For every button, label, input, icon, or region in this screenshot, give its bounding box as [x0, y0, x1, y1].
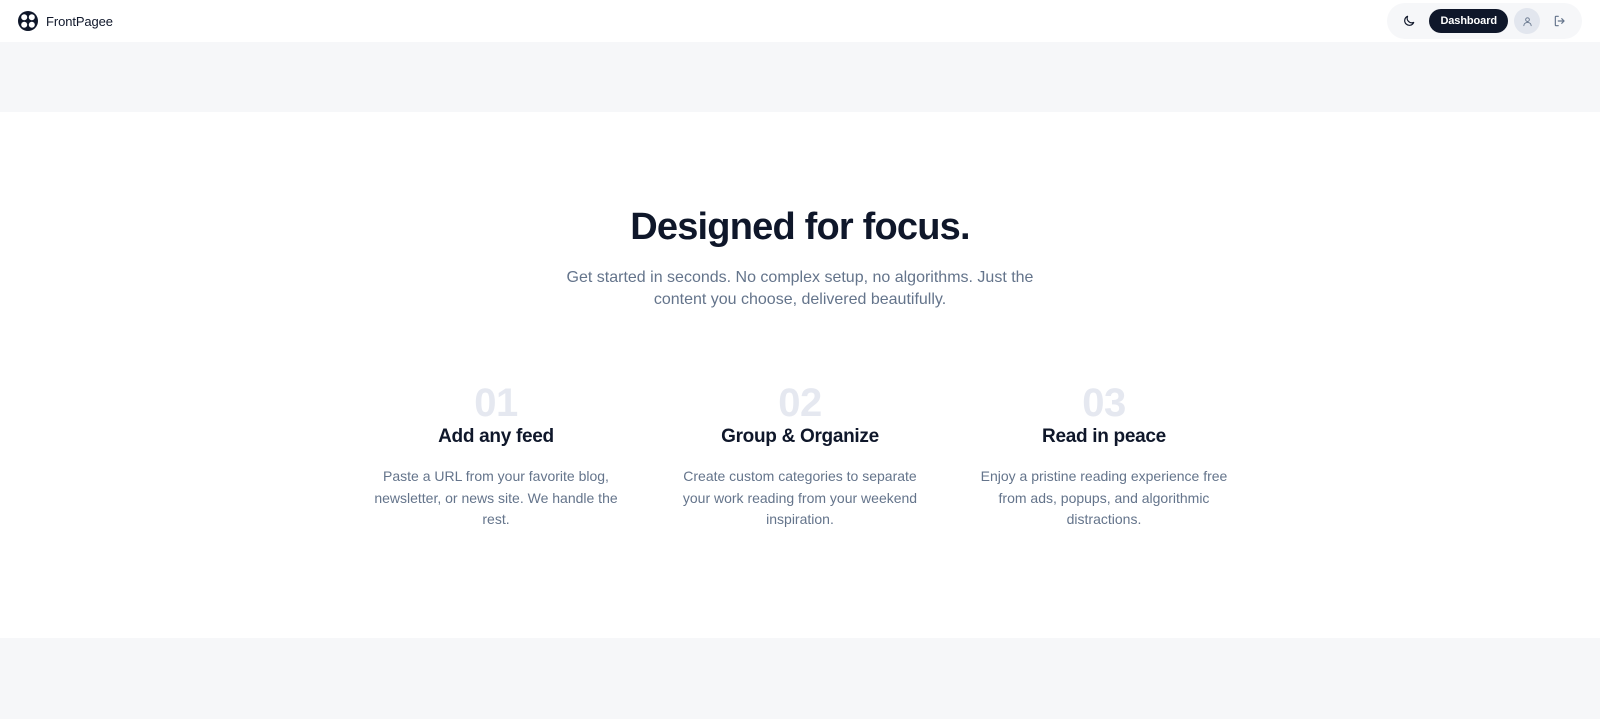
- top-navigation-bar: FrontPagee Dashboard: [0, 0, 1600, 42]
- brand-name: FrontPagee: [46, 13, 113, 29]
- avatar[interactable]: [1514, 8, 1540, 34]
- step-title: Group & Organize: [721, 426, 879, 447]
- step-number: 01: [474, 381, 518, 425]
- brand[interactable]: FrontPagee: [18, 11, 113, 31]
- step-number: 03: [1082, 381, 1126, 425]
- features-section: Designed for focus. Get started in secon…: [0, 112, 1600, 638]
- step-number: 02: [778, 381, 822, 425]
- step-description: Paste a URL from your favorite blog, new…: [374, 468, 618, 527]
- feature-step-group-organize: 02 Group & Organize Create custom catego…: [665, 382, 935, 531]
- frontpagee-logo-icon: [18, 11, 38, 31]
- step-title: Add any feed: [438, 426, 554, 447]
- top-gray-band: [0, 42, 1600, 112]
- moon-icon: [1404, 15, 1415, 26]
- features-title: Designed for focus.: [630, 206, 970, 248]
- feature-step-add-feed: 01 Add any feed Paste a URL from your fa…: [361, 382, 631, 531]
- step-description: Enjoy a pristine reading experience free…: [980, 468, 1228, 527]
- features-subtitle: Get started in seconds. No complex setup…: [566, 269, 1034, 308]
- feature-step-read-in-peace: 03 Read in peace Enjoy a pristine readin…: [969, 382, 1239, 531]
- step-description: Create custom categories to separate you…: [682, 468, 918, 527]
- step-title: Read in peace: [1042, 426, 1166, 447]
- theme-toggle-button[interactable]: [1395, 7, 1423, 35]
- user-icon: [1522, 16, 1532, 26]
- bottom-gray-band: [0, 638, 1600, 719]
- dashboard-button[interactable]: Dashboard: [1429, 9, 1508, 33]
- logout-icon: [1554, 15, 1565, 27]
- header-actions: Dashboard: [1387, 3, 1582, 39]
- logout-button[interactable]: [1546, 7, 1574, 35]
